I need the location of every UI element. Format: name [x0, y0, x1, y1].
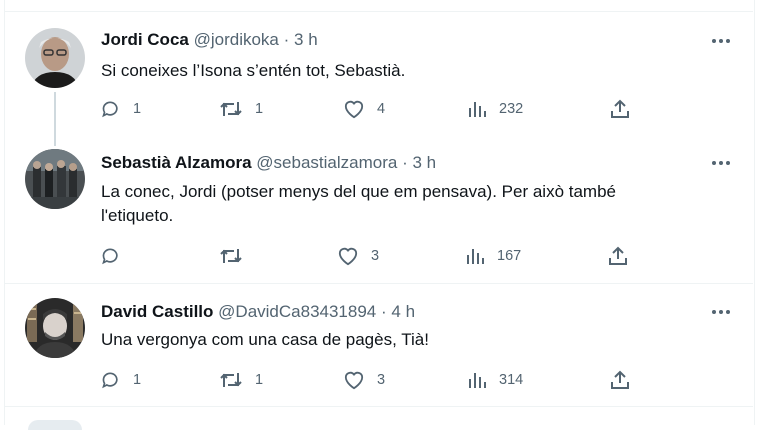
reply-count: 1	[133, 372, 142, 388]
retweet-icon	[220, 373, 242, 387]
tweet-header: Jordi Coca @jordikoka · 3 h	[101, 29, 318, 51]
share-icon	[609, 246, 627, 265]
like-button[interactable]: 3	[343, 368, 385, 392]
separator-dot: ·	[283, 30, 290, 49]
share-button[interactable]	[610, 368, 630, 392]
tweet-2[interactable]: Sebastià Alzamora @sebastialzamora · 3 h…	[0, 140, 783, 283]
tweet-text: Una vergonya com una casa de pagès, Tià!	[101, 330, 429, 349]
heart-icon	[344, 100, 364, 119]
retweet-count: 1	[255, 372, 264, 388]
avatar[interactable]	[25, 149, 85, 209]
view-count: 314	[499, 372, 524, 388]
like-button[interactable]: 3	[337, 244, 379, 268]
tweet-header: David Castillo @DavidCa83431894 · 4 h	[101, 301, 415, 323]
avatar[interactable]	[25, 298, 85, 358]
tweet-text-line: l'etiqueto.	[101, 206, 174, 225]
separator-dot: ·	[380, 302, 387, 321]
reply-icon	[102, 101, 118, 118]
tweet-text: La conec, Jordi (potser menys del que em…	[101, 180, 661, 228]
reply-button[interactable]: 1	[101, 368, 141, 392]
heart-icon	[338, 247, 358, 266]
views-button[interactable]: 167	[465, 244, 521, 268]
share-button[interactable]	[610, 97, 630, 121]
views-icon	[467, 249, 484, 264]
timestamp[interactable]: 4 h	[391, 302, 415, 321]
heart-icon	[344, 371, 364, 390]
reply-icon	[102, 248, 118, 265]
like-count: 3	[371, 248, 380, 264]
reply-icon	[102, 372, 118, 389]
share-button[interactable]	[608, 244, 628, 268]
reply-button[interactable]	[101, 244, 133, 268]
author-handle[interactable]: @DavidCa83431894	[218, 302, 376, 321]
avatar[interactable]	[25, 28, 85, 88]
view-count: 167	[497, 248, 522, 264]
tweet-actions: 1 1 3 314	[101, 368, 641, 392]
tweet-text-line: La conec, Jordi (potser menys del que em…	[101, 182, 616, 201]
views-button[interactable]: 232	[467, 97, 523, 121]
reply-button[interactable]: 1	[101, 97, 141, 121]
like-button[interactable]: 4	[343, 97, 385, 121]
view-count: 232	[499, 101, 524, 117]
views-button[interactable]: 314	[467, 368, 523, 392]
retweet-icon	[220, 249, 242, 263]
timestamp[interactable]: 3 h	[412, 153, 436, 172]
author-name[interactable]: Jordi Coca	[101, 30, 189, 49]
tweet-actions: 3 167	[101, 244, 641, 268]
thread-line	[54, 92, 56, 146]
more-icon[interactable]	[709, 303, 733, 321]
views-icon	[469, 102, 486, 117]
timestamp[interactable]: 3 h	[294, 30, 318, 49]
tweet-header: Sebastià Alzamora @sebastialzamora · 3 h	[101, 152, 436, 174]
tweet-actions: 1 1 4 232	[101, 97, 641, 121]
retweet-button[interactable]: 1	[219, 97, 263, 121]
author-handle[interactable]: @jordikoka	[194, 30, 279, 49]
next-tweet-avatar[interactable]	[28, 420, 82, 430]
avatar-image	[25, 149, 85, 209]
divider	[4, 406, 753, 407]
avatar-image	[25, 28, 85, 88]
author-handle[interactable]: @sebastialzamora	[256, 153, 397, 172]
share-icon	[611, 99, 629, 118]
author-name[interactable]: David Castillo	[101, 302, 213, 321]
share-icon	[611, 370, 629, 389]
more-icon[interactable]	[709, 154, 733, 172]
like-count: 3	[377, 372, 386, 388]
tweet-3[interactable]: David Castillo @DavidCa83431894 · 4 h Un…	[0, 284, 783, 406]
avatar-image	[25, 298, 85, 358]
retweet-icon	[220, 102, 242, 116]
more-icon[interactable]	[709, 32, 733, 50]
separator-dot: ·	[402, 153, 408, 172]
author-name[interactable]: Sebastià Alzamora	[101, 153, 252, 172]
tweet-text: Si coneixes l’Isona s’entén tot, Sebasti…	[101, 61, 406, 80]
retweet-button[interactable]	[219, 244, 255, 268]
tweet-1[interactable]: Jordi Coca @jordikoka · 3 h Si coneixes …	[0, 12, 783, 146]
reply-count: 1	[133, 101, 142, 117]
views-icon	[469, 373, 486, 388]
retweet-count: 1	[255, 101, 264, 117]
like-count: 4	[377, 101, 386, 117]
retweet-button[interactable]: 1	[219, 368, 263, 392]
